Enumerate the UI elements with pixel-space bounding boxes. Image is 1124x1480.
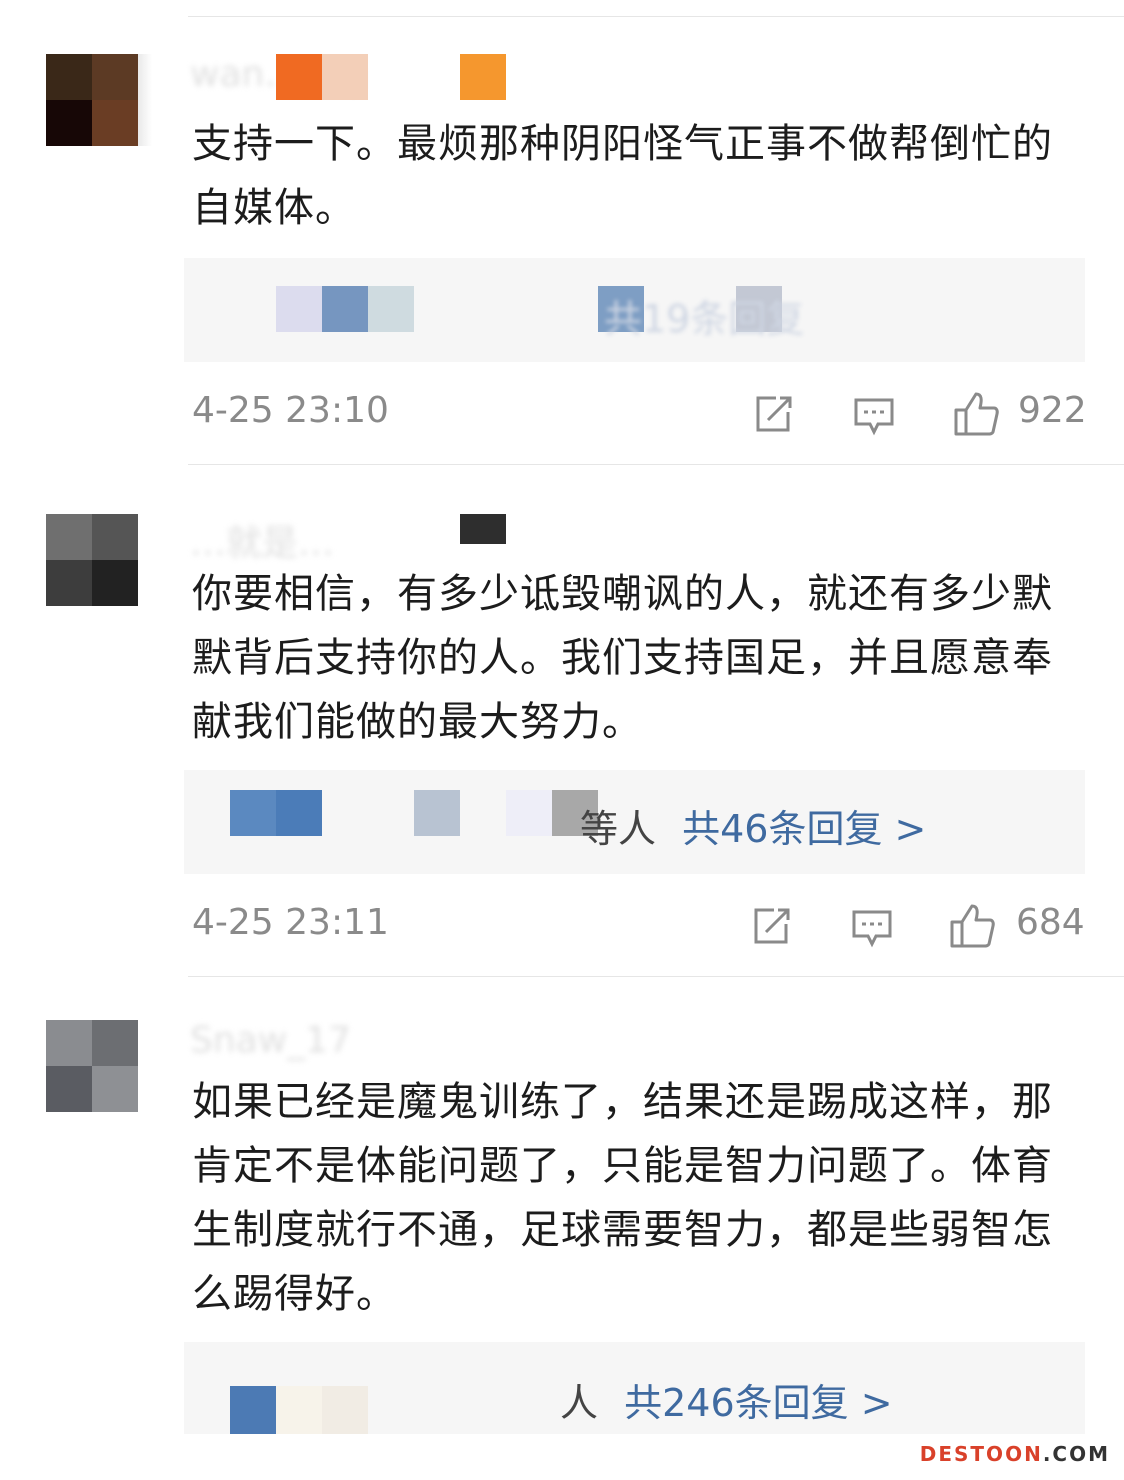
like-count: 922 <box>1018 390 1087 431</box>
avatar-fade <box>138 54 152 146</box>
reply-preview[interactable]: 共19条回复 <box>184 258 1085 362</box>
comment-meta: 4-25 23:11 684 <box>192 902 1085 954</box>
avatar[interactable] <box>46 514 138 606</box>
reply-summary[interactable]: 等人 共46条回复 > <box>580 798 926 853</box>
watermark: DESTOON.COM <box>920 1442 1110 1466</box>
thumbs-up-icon[interactable] <box>948 902 996 954</box>
reply-prefix: 等人 <box>580 807 657 851</box>
top-divider <box>188 16 1124 17</box>
like-count: 684 <box>1016 902 1085 943</box>
comment-text: 支持一下。最烦那种阴阳怪气正事不做帮倒忙的自媒体。 <box>192 121 1053 231</box>
reply-preview[interactable]: 人 共246条回复 > <box>184 1342 1085 1434</box>
share-icon[interactable] <box>752 394 794 440</box>
comment-text: 如果已经是魔鬼训练了，结果还是踢成这样，那肯定不是体能问题了，只能是智力问题了。… <box>192 1079 1053 1317</box>
reply-preview[interactable]: 等人 共46条回复 > <box>184 770 1085 874</box>
comment-meta: 4-25 23:10 922 <box>192 390 1087 442</box>
timestamp: 4-25 23:10 <box>192 390 389 431</box>
share-icon[interactable] <box>750 906 792 952</box>
comment-icon[interactable] <box>850 906 894 954</box>
comment-text: 你要相信，有多少诋毁嘲讽的人，就还有多少默默背后支持你的人。我们支持国足，并且愿… <box>192 571 1053 745</box>
username[interactable]: Snaw_17 <box>190 1020 351 1068</box>
avatar[interactable] <box>46 54 138 146</box>
thumbs-up-icon[interactable] <box>952 390 1000 442</box>
reply-summary[interactable]: 共19条回复 <box>604 288 804 343</box>
reply-count-link[interactable]: 共46条回复 > <box>682 807 926 851</box>
username[interactable]: …就是… <box>190 514 334 562</box>
reply-prefix: 人 <box>560 1381 599 1425</box>
avatar[interactable] <box>46 1020 138 1112</box>
reply-summary[interactable]: 人 共246条回复 > <box>560 1372 893 1427</box>
timestamp: 4-25 23:11 <box>192 902 389 943</box>
watermark-brand: DESTOON <box>919 1442 1043 1466</box>
comment-divider <box>188 464 1124 465</box>
comment-icon[interactable] <box>852 394 896 442</box>
reply-count-link[interactable]: 共246条回复 > <box>624 1381 892 1425</box>
comment-divider <box>188 976 1124 977</box>
watermark-suffix: .COM <box>1042 1442 1110 1466</box>
